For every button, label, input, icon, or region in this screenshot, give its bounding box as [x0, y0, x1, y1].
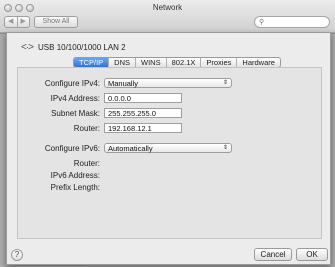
tab-8021x[interactable]: 802.1X — [167, 58, 202, 67]
tcpip-panel: Configure IPv4: Manually ⇕ IPv4 Address:… — [17, 67, 322, 239]
tab-wins[interactable]: WINS — [136, 58, 167, 67]
router-row: Router: 192.168.12.1 — [18, 123, 323, 134]
cancel-button[interactable]: Cancel — [254, 248, 292, 261]
show-all-button[interactable]: Show All — [34, 16, 78, 28]
forward-arrow-icon[interactable]: ▶ — [16, 17, 30, 27]
tab-tcpip[interactable]: TCP/IP — [74, 58, 110, 67]
prefix-length-label: Prefix Length: — [50, 183, 100, 192]
prefix-length-row: Prefix Length: — [18, 182, 323, 193]
configure-ipv4-popup[interactable]: Manually ⇕ — [104, 78, 232, 88]
router-field[interactable]: 192.168.12.1 — [104, 123, 182, 133]
configure-ipv4-value: Manually — [108, 79, 139, 88]
configure-ipv6-popup[interactable]: Automatically ⇕ — [104, 143, 232, 153]
configure-ipv6-row: Configure IPv6: Automatically ⇕ — [18, 143, 323, 154]
help-button[interactable]: ? — [11, 249, 23, 261]
ipv6-router-label: Router: — [73, 159, 100, 168]
ipv6-address-label: IPv6 Address: — [50, 171, 100, 180]
updown-caret-icon: ⇕ — [222, 145, 228, 151]
window-title: Network — [152, 3, 183, 12]
search-field[interactable]: ⚲ — [254, 16, 330, 28]
configure-ipv6-value: Automatically — [108, 144, 153, 153]
interface-name: USB 10/100/1000 LAN 2 — [38, 43, 126, 52]
subnet-mask-field[interactable]: 255.255.255.0 — [104, 108, 182, 118]
network-arrows-icon: <·> — [21, 42, 34, 53]
tab-proxies[interactable]: Proxies — [201, 58, 238, 67]
configure-ipv4-label: Configure IPv4: — [44, 79, 100, 88]
ok-button[interactable]: OK — [296, 248, 328, 261]
back-forward-control[interactable]: ◀ ▶ — [4, 16, 30, 28]
search-icon: ⚲ — [259, 19, 265, 26]
ipv4-address-label: IPv4 Address: — [50, 94, 100, 103]
subnet-mask-row: Subnet Mask: 255.255.255.0 — [18, 108, 323, 119]
ipv6-address-row: IPv6 Address: — [18, 170, 323, 181]
window-titlebar: Network ◀ ▶ Show All ⚲ — [0, 0, 335, 33]
ipv4-address-row: IPv4 Address: 0.0.0.0 — [18, 93, 323, 104]
subnet-mask-label: Subnet Mask: — [51, 109, 100, 118]
tab-dns[interactable]: DNS — [109, 58, 137, 67]
configure-ipv4-row: Configure IPv4: Manually ⇕ — [18, 78, 323, 89]
advanced-settings-sheet: <·> USB 10/100/1000 LAN 2 TCP/IP DNS WIN… — [6, 33, 331, 265]
updown-caret-icon: ⇕ — [222, 80, 228, 86]
tab-hardware[interactable]: Hardware — [237, 58, 280, 67]
ipv4-address-field[interactable]: 0.0.0.0 — [104, 93, 182, 103]
ipv6-router-row: Router: — [18, 158, 323, 169]
router-label: Router: — [73, 124, 100, 133]
interface-header: <·> USB 10/100/1000 LAN 2 — [21, 42, 126, 53]
back-arrow-icon[interactable]: ◀ — [5, 17, 17, 27]
configure-ipv6-label: Configure IPv6: — [44, 144, 100, 153]
